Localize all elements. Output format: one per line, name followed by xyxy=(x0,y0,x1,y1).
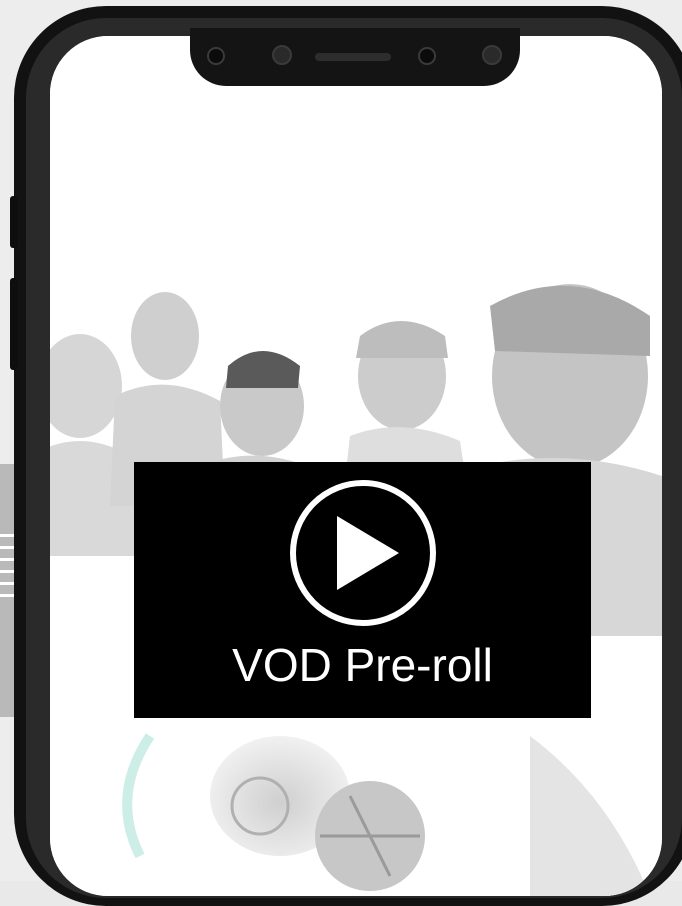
play-circle-icon[interactable] xyxy=(289,480,436,626)
front-camera-icon xyxy=(207,47,225,65)
light-sensor-icon xyxy=(482,45,502,65)
sensor-icon xyxy=(272,45,292,65)
play-icon xyxy=(336,516,399,590)
player-label: VOD Pre-roll xyxy=(232,639,493,691)
video-player[interactable]: VOD Pre-roll xyxy=(134,462,591,718)
earpiece-speaker xyxy=(315,53,391,61)
proximity-sensor-icon xyxy=(418,47,436,65)
phone-side-button-top xyxy=(10,196,18,248)
phone-side-button-mid xyxy=(10,278,18,370)
